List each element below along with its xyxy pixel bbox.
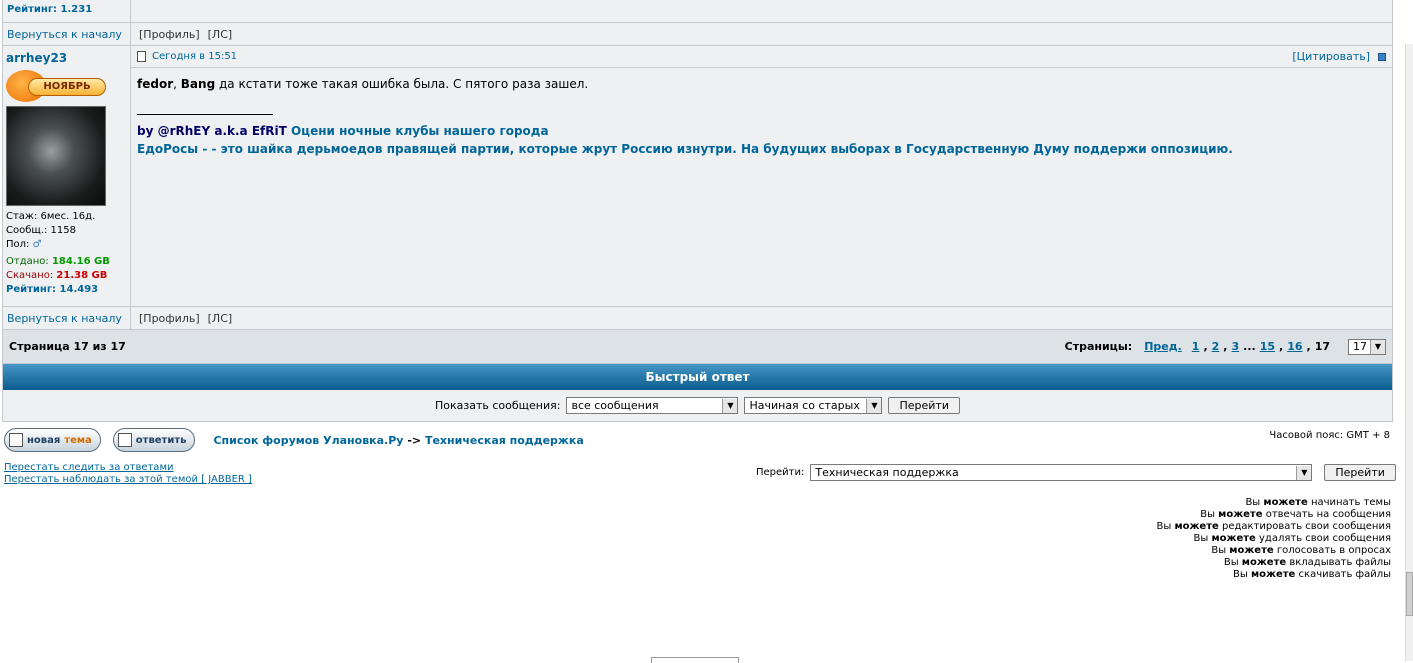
post-document-icon <box>137 51 146 62</box>
post: arrhey23 НОЯБРЬ Стаж: 6мес. 16д. Сообщ.:… <box>3 46 1392 307</box>
male-gender-icon: ♂ <box>32 239 42 250</box>
post-header: Сегодня в 15:51 [Цитировать] <box>131 46 1392 68</box>
signature-link[interactable]: Оцени ночные клубы нашего города <box>291 124 549 138</box>
forum-jump-select[interactable]: Техническая поддержка ▼ <box>810 464 1313 481</box>
forum-jump-go-button[interactable]: Перейти <box>1324 464 1396 481</box>
new-topic-button[interactable]: новая тема <box>4 428 101 452</box>
breadcrumb-forum-list[interactable]: Список форумов Улановка.Ру <box>213 434 403 447</box>
permission-line: Вы можете отвечать на сообщения <box>1200 509 1391 520</box>
permission-line: Вы можете начинать темы <box>1245 497 1391 508</box>
breadcrumb: Список форумов Улановка.Ру -> Техническа… <box>213 433 584 447</box>
permission-line: Вы можете вкладывать файлы <box>1223 557 1391 568</box>
page-link-2[interactable]: 2 <box>1212 340 1220 353</box>
chevron-down-icon: ▼ <box>722 398 738 413</box>
quick-reply-header[interactable]: Быстрый ответ <box>3 364 1392 390</box>
permission-line: Вы можете голосовать в опросах <box>1211 545 1391 556</box>
chevron-down-icon: ▼ <box>866 398 882 413</box>
go-button[interactable]: Перейти <box>888 397 960 414</box>
uploaded-stat: Отдано: 184.16 GB <box>6 256 110 267</box>
new-topic-icon <box>9 433 23 447</box>
current-page: 17 <box>1314 340 1330 353</box>
stop-watch-jabber-link[interactable]: Перестать наблюдать за этой темой [ JABB… <box>4 474 252 485</box>
watch-links: Перестать следить за ответами Перестать … <box>4 462 252 486</box>
profile-link[interactable]: [Профиль] <box>139 28 200 41</box>
timezone: Часовой пояс: GMT + 8 <box>1269 430 1390 441</box>
sort-order-select[interactable]: Начиная со старых ▼ <box>744 397 883 414</box>
pm-link[interactable]: [ЛС] <box>208 312 233 325</box>
breadcrumb-tech-support[interactable]: Техническая поддержка <box>425 434 584 447</box>
stop-watch-replies-link[interactable]: Перестать следить за ответами <box>4 462 173 473</box>
scrollbar-thumb[interactable] <box>1406 572 1413 616</box>
profile-link[interactable]: [Профиль] <box>139 312 200 325</box>
pagination-bar: Страница 17 из 17 Страницы: Пред. 1, 2, … <box>3 330 1392 364</box>
prev-post-tail: Рейтинг: 1.231 <box>3 0 1392 23</box>
reply-icon <box>117 433 132 447</box>
page-select[interactable]: 17 ▼ <box>1348 338 1386 355</box>
user-rating: Рейтинг: 14.493 <box>6 284 99 295</box>
pm-link[interactable]: [ЛС] <box>208 28 233 41</box>
post-links: Вернуться к началу [Профиль] [ЛС] <box>3 306 1392 330</box>
footer-actions: новая тема ответить Список форумов Улано… <box>4 428 584 452</box>
page-scrollbar[interactable] <box>1405 44 1413 661</box>
forum-jump: Перейти: Техническая поддержка ▼ Перейти <box>756 464 1396 481</box>
post-author-col: arrhey23 НОЯБРЬ Стаж: 6мес. 16д. Сообщ.:… <box>3 46 131 306</box>
user-info: Стаж: 6мес. 16д. Сообщ.: 1158 Пол: ♂ Отд… <box>6 210 127 297</box>
permission-line: Вы можете редактировать свои сообщения <box>1156 521 1391 532</box>
permissions: Вы можете начинать темы Вы можете отвеча… <box>1156 497 1391 581</box>
post-body: fedor, Bang да кстати тоже такая ошибка … <box>131 68 1392 165</box>
page-info: Страница 17 из 17 <box>9 340 126 353</box>
rank-label: НОЯБРЬ <box>28 78 106 96</box>
prev-post-links: Вернуться к началу [Профиль] [ЛС] <box>3 22 1392 46</box>
page-link-15[interactable]: 15 <box>1260 340 1275 353</box>
signature-line-2: ЕдоРосы - - это шайка дерьмоедов правяще… <box>137 142 1233 156</box>
signature-line-1: by @rRhEY a.k.a EfRiT Оцени ночные клубы… <box>137 124 549 138</box>
post-square-icon[interactable] <box>1378 52 1386 61</box>
back-to-top-link[interactable]: Вернуться к началу <box>7 28 122 41</box>
page-link-1[interactable]: 1 <box>1192 340 1200 353</box>
permission-line: Вы можете удалять свои сообщения <box>1193 533 1391 544</box>
jump-label: Перейти: <box>756 467 805 478</box>
avatar <box>6 106 106 206</box>
show-messages-select[interactable]: все сообщения ▼ <box>566 397 739 414</box>
reply-button[interactable]: ответить <box>112 428 196 452</box>
user-rank-badge: НОЯБРЬ <box>6 68 106 104</box>
show-messages-label: Показать сообщения: <box>435 399 561 412</box>
page-link-3[interactable]: 3 <box>1231 340 1239 353</box>
back-to-top-link[interactable]: Вернуться к началу <box>7 312 122 325</box>
pagination: Страницы: Пред. 1, 2, 3 ... 15, 16, 17 1… <box>1065 338 1386 355</box>
chevron-down-icon: ▼ <box>1296 465 1312 480</box>
downloaded-stat: Скачано: 21.38 GB <box>6 270 108 281</box>
page-link-16[interactable]: 16 <box>1287 340 1302 353</box>
chevron-down-icon: ▼ <box>1370 339 1385 354</box>
bottom-element-fragment <box>651 657 739 663</box>
display-options: Показать сообщения: все сообщения ▼ Начин… <box>3 390 1392 422</box>
forum-topic: Рейтинг: 1.231 Вернуться к началу [Профи… <box>2 0 1393 422</box>
prev-post-rating: Рейтинг: 1.231 <box>7 4 93 15</box>
prev-post-author-col: Рейтинг: 1.231 <box>3 0 131 22</box>
post-author-name[interactable]: arrhey23 <box>6 51 67 65</box>
prev-page-link[interactable]: Пред. <box>1144 340 1182 353</box>
signature-divider <box>137 114 273 115</box>
quote-button[interactable]: [Цитировать] <box>1292 50 1370 63</box>
permission-line: Вы можете скачивать файлы <box>1233 569 1391 580</box>
post-date: Сегодня в 15:51 <box>152 51 238 62</box>
